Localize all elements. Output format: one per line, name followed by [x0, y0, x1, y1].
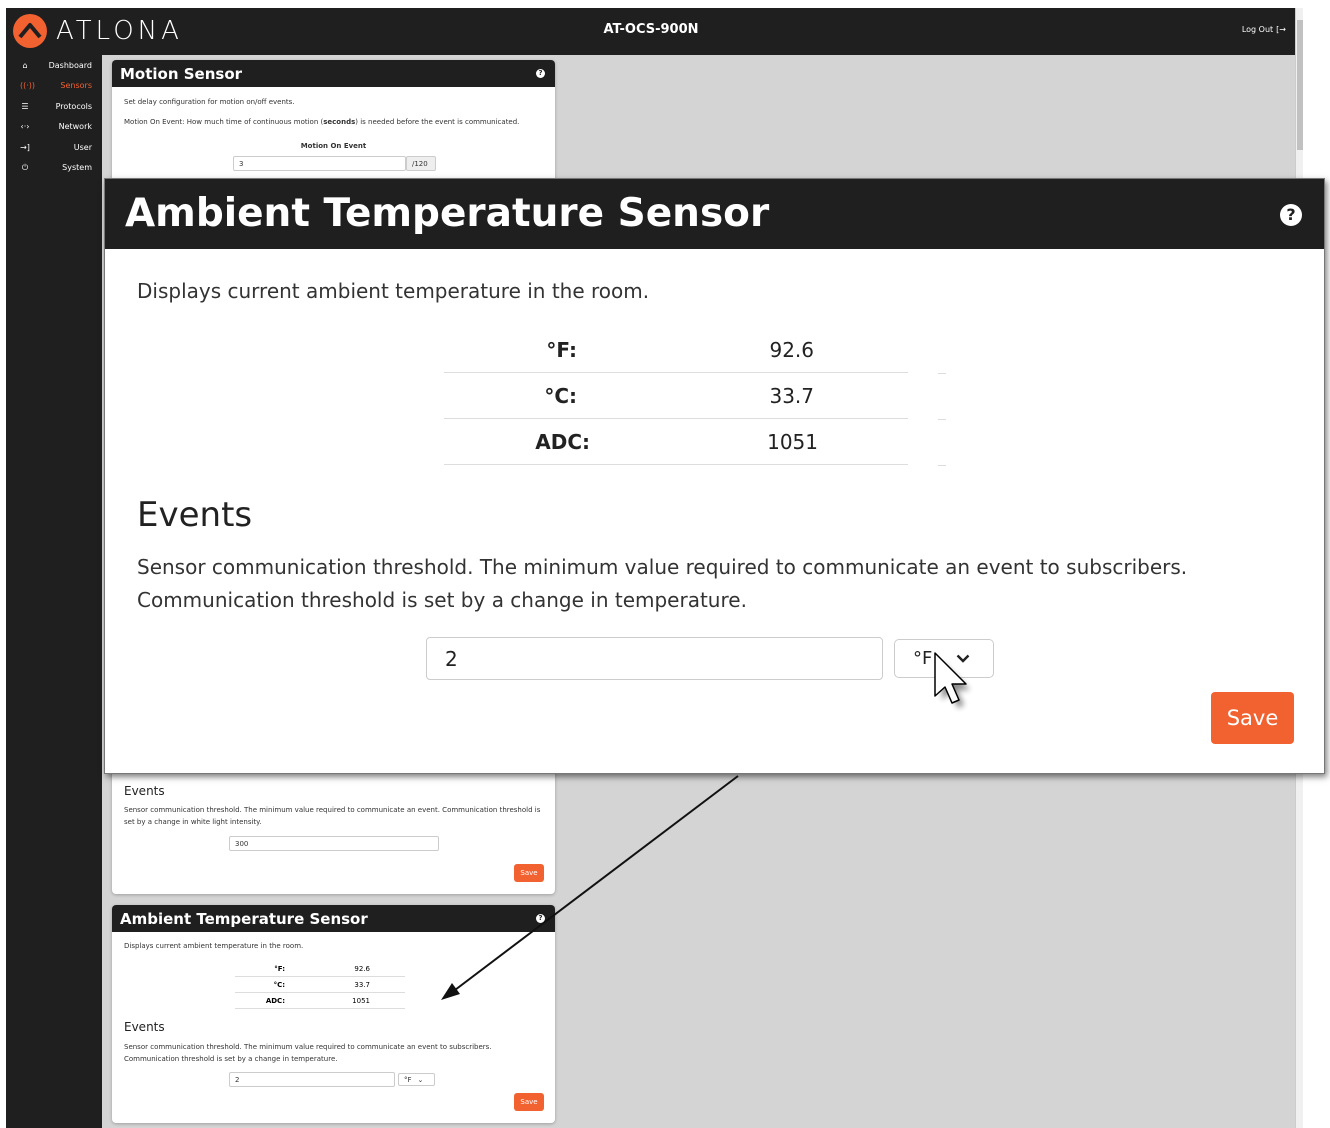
card-header: Motion Sensor ? [112, 60, 555, 87]
sidebar-item-network[interactable]: ‹·› Network [6, 117, 102, 138]
sidebar-item-sensors[interactable]: ((·)) Sensors [6, 76, 102, 97]
temp-save-button[interactable]: Save [514, 1093, 544, 1111]
sidebar-item-label: Protocols [55, 101, 92, 111]
zoomed-ambient-temperature-card: Ambient Temperature Sensor ? Displays cu… [104, 178, 1325, 774]
table-divider [938, 465, 946, 466]
light-events-heading: Events [124, 784, 165, 798]
table-divider [938, 419, 946, 420]
sensor-icon: ((·)) [20, 81, 36, 91]
temp-desc: Displays current ambient temperature in … [124, 942, 304, 950]
help-icon[interactable]: ? [536, 69, 545, 78]
sidebar-item-label: System [62, 163, 92, 173]
reading-value: 92.6 [769, 337, 814, 362]
sidebar-item-protocols[interactable]: ☰ Protocols [6, 96, 102, 117]
sidebar-item-user[interactable]: →] User [6, 137, 102, 158]
sidebar: ⌂ Dashboard ((·)) Sensors ☰ Protocols ‹·… [6, 55, 102, 1128]
help-icon[interactable]: ? [1280, 204, 1302, 226]
home-icon: ⌂ [22, 60, 28, 70]
reading-row-fahrenheit: °F: 92.6 [444, 327, 908, 373]
sidebar-item-label: Network [58, 122, 92, 132]
light-events-desc: Sensor communication threshold. The mini… [124, 806, 541, 826]
reading-label: ADC: [265, 996, 285, 1005]
temp-threshold-input[interactable]: 2 [229, 1072, 395, 1087]
unit-select-value: °F [404, 1075, 412, 1084]
mouse-pointer-icon [934, 652, 970, 708]
temp-readings-table: °F: 92.6 °C: 33.7 ADC: 1051 [235, 961, 405, 1009]
reading-label: °C: [273, 980, 285, 989]
events-desc-line-1: Sensor communication threshold. The mini… [137, 555, 1188, 579]
help-icon[interactable]: ? [536, 914, 545, 923]
reading-label: °F: [274, 964, 285, 973]
logout-label: Log Out [1241, 25, 1274, 34]
light-save-button[interactable]: Save [514, 864, 544, 882]
reading-value: 33.7 [354, 980, 370, 989]
card-title: Ambient Temperature Sensor [120, 909, 368, 928]
motion-event-desc: Motion On Event: How much time of contin… [124, 117, 519, 127]
reading-value: 1051 [767, 429, 818, 454]
motion-event-desc-bold: seconds [323, 118, 356, 126]
motion-on-event-label: Motion On Event [300, 142, 367, 150]
events-desc: Sensor communication threshold. The mini… [137, 551, 1237, 617]
reading-row-adc: ADC: 1051 [444, 419, 908, 465]
temp-unit-select[interactable]: °F ⌄ [398, 1073, 435, 1086]
reading-row-celsius: °C: 33.7 [444, 373, 908, 419]
reading-value: 92.6 [354, 964, 370, 973]
network-icon: ‹·› [20, 122, 30, 132]
reading-label: °C: [544, 383, 577, 408]
login-icon: →] [20, 142, 30, 152]
chevron-down-icon: ⌄ [417, 1075, 424, 1084]
reading-row-fahrenheit: °F: 92.6 [235, 961, 405, 977]
events-desc-line-2: Communication threshold is set by a chan… [137, 588, 747, 612]
reading-label: ADC: [535, 429, 590, 454]
reading-value: 1051 [352, 996, 370, 1005]
temp-desc: Displays current ambient temperature in … [137, 279, 650, 303]
events-heading: Events [137, 495, 253, 535]
device-name: AT-OCS-900N [603, 22, 699, 37]
table-divider [938, 373, 946, 374]
logout-icon: [→ [1276, 25, 1286, 34]
motion-event-desc-post: ) is needed before the event is communic… [355, 118, 520, 126]
sidebar-item-system[interactable]: ⏻ System [6, 158, 102, 179]
plug-icon: ⏻ [21, 162, 29, 172]
temp-events-desc: Sensor communication threshold. The mini… [124, 1043, 492, 1063]
threshold-input[interactable]: 2 [426, 637, 883, 680]
sidebar-item-label: Sensors [60, 81, 92, 91]
motion-on-event-suffix: /120 [406, 156, 436, 171]
logout-button[interactable]: Log Out [→ [1242, 25, 1286, 34]
reading-row-celsius: °C: 33.7 [235, 977, 405, 993]
card-title: Motion Sensor [120, 64, 243, 83]
sidebar-item-dashboard[interactable]: ⌂ Dashboard [6, 55, 102, 76]
sidebar-item-label: User [73, 142, 92, 152]
card-header: Ambient Temperature Sensor ? [112, 905, 555, 932]
motion-sensor-card: Motion Sensor ? Set delay configuration … [112, 60, 555, 185]
reading-label: °F: [546, 337, 577, 362]
light-threshold-input[interactable]: 300 [229, 836, 439, 851]
card-header: Ambient Temperature Sensor ? [105, 179, 1324, 249]
card-title: Ambient Temperature Sensor [125, 191, 770, 236]
scrollbar-thumb[interactable] [1297, 20, 1303, 150]
motion-desc: Set delay configuration for motion on/of… [124, 98, 295, 106]
reading-row-adc: ADC: 1051 [235, 993, 405, 1009]
sidebar-item-label: Dashboard [48, 60, 92, 70]
ambient-temperature-card: Ambient Temperature Sensor ? Displays cu… [112, 905, 555, 1123]
reading-value: 33.7 [769, 383, 814, 408]
protocols-icon: ☰ [21, 101, 29, 111]
top-bar: ATLONA AT-OCS-900N Log Out [→ [6, 8, 1296, 55]
save-button[interactable]: Save [1211, 692, 1294, 744]
motion-event-desc-pre: Motion On Event: How much time of contin… [124, 118, 324, 126]
motion-on-event-input[interactable]: 3 [233, 156, 406, 171]
temp-events-heading: Events [124, 1020, 165, 1034]
